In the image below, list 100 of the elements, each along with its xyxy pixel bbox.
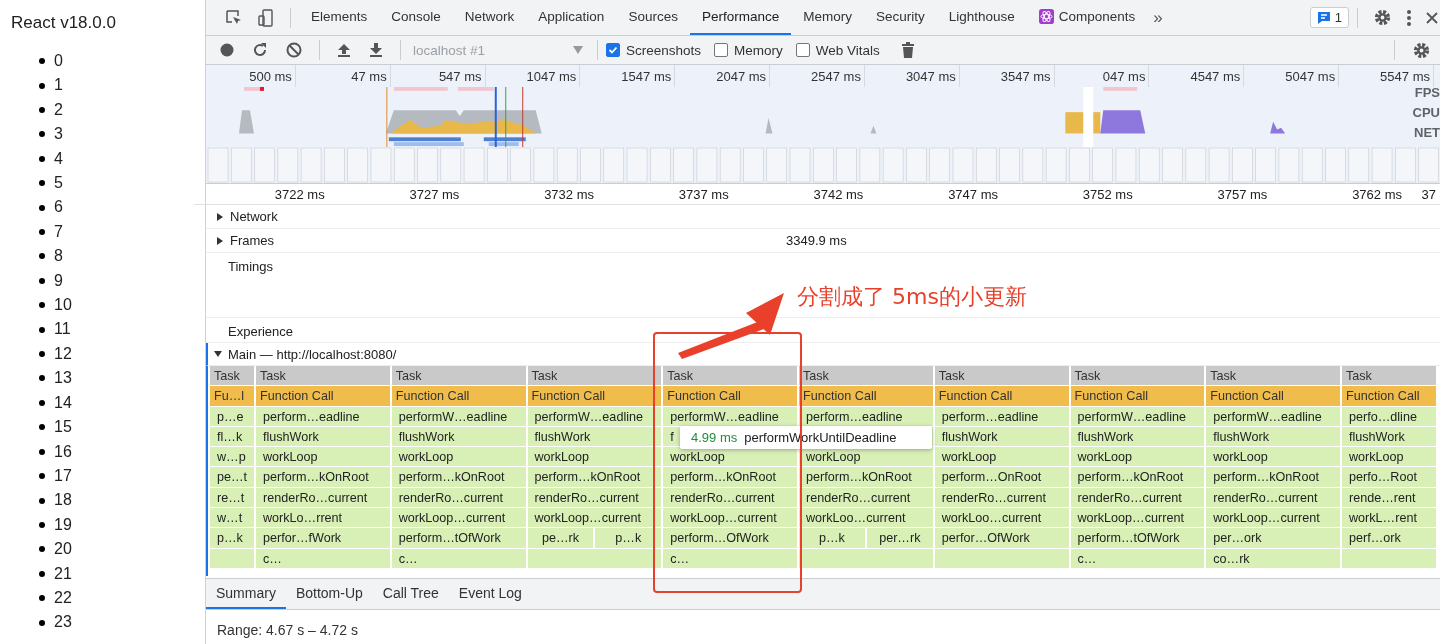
details-tab[interactable]: Summary (206, 579, 286, 609)
flame-bar[interactable]: c… (391, 548, 526, 569)
panel-tab[interactable]: Console (379, 0, 453, 35)
flame-bar[interactable]: performW…eadline (663, 406, 797, 427)
panel-tab[interactable]: Network (452, 0, 527, 35)
flame-bar[interactable]: flushWork (391, 426, 526, 448)
flame-bar[interactable]: w…t (210, 508, 254, 529)
track-label[interactable]: Experience (228, 324, 294, 339)
flame-bar[interactable]: workLoop…current (527, 508, 662, 529)
task-bar[interactable]: Task (256, 366, 390, 387)
function-call-bar[interactable]: Function Call (1206, 386, 1340, 407)
details-tab[interactable]: Event Log (448, 579, 532, 609)
flame-bar[interactable]: workL…rent (1342, 508, 1436, 529)
flame-bar[interactable]: perfor…OfWork (934, 528, 1069, 549)
flame-bar[interactable]: per…ork (1206, 528, 1340, 549)
flame-bar[interactable]: perform…kOnRoot (1206, 467, 1340, 488)
flame-bar[interactable]: workLoop…current (1070, 508, 1205, 529)
flame-bar[interactable]: pe…rk (527, 528, 594, 549)
flame-bar[interactable]: workLoop…current (391, 508, 526, 529)
function-call-bar[interactable]: Function Call (256, 386, 390, 407)
flame-bar[interactable]: workLo…rrent (256, 508, 390, 529)
panel-tab[interactable]: Elements (299, 0, 380, 35)
task-bar[interactable]: Task (1070, 366, 1205, 387)
flame-bar[interactable]: co…rk (1206, 548, 1340, 569)
function-call-bar[interactable]: Function Call (799, 386, 933, 407)
flame-bar[interactable]: perform…kOnRoot (391, 467, 526, 488)
trash-icon[interactable] (901, 42, 914, 58)
flame-bar[interactable]: workLoop (527, 447, 662, 468)
reload-icon[interactable] (252, 42, 268, 58)
flame-bar[interactable]: workLoop (1206, 447, 1340, 468)
track-label[interactable]: Timings (228, 259, 274, 274)
close-icon[interactable] (1426, 11, 1438, 24)
details-tab[interactable]: Call Tree (372, 579, 449, 609)
flame-bar[interactable]: renderRo…current (663, 487, 797, 509)
upload-icon[interactable] (337, 43, 351, 57)
flame-bar[interactable]: workLoop…current (663, 508, 797, 529)
task-bar[interactable]: Task (799, 366, 933, 387)
flame-bar[interactable]: perf…ork (1342, 528, 1436, 549)
flame-bar[interactable]: workLoo…current (934, 508, 1069, 529)
more-options-icon[interactable] (1406, 8, 1412, 27)
panel-tab[interactable]: Security (863, 0, 937, 35)
expand-arrow-icon[interactable] (214, 350, 222, 358)
flame-bar[interactable]: workLoop (391, 447, 526, 468)
flame-bar[interactable]: flushWork (1342, 426, 1436, 448)
checkbox[interactable] (606, 43, 620, 57)
checkbox[interactable] (795, 43, 810, 57)
issues-button[interactable]: 1 (1309, 7, 1349, 28)
flame-bar[interactable]: flushWork (934, 426, 1069, 448)
flame-bar[interactable]: workLoop (1342, 447, 1436, 468)
flame-bar[interactable]: w…p (210, 447, 254, 468)
task-bar[interactable]: Task (391, 366, 526, 387)
task-bar[interactable]: Task (1206, 366, 1340, 387)
flame-bar[interactable]: c… (663, 548, 797, 569)
panel-tab[interactable]: Components (1026, 0, 1148, 35)
flame-bar[interactable]: perfo…Root (1342, 467, 1436, 488)
flame-bar[interactable]: c… (1070, 548, 1205, 569)
flame-bar[interactable]: perform…kOnRoot (1070, 467, 1205, 488)
flame-bar[interactable]: workLoop (663, 447, 797, 468)
flame-bar[interactable]: flushWork (1070, 426, 1205, 448)
settings-icon[interactable] (1373, 8, 1392, 27)
flame-bar[interactable]: perform…kOnRoot (799, 467, 933, 488)
flame-bar[interactable]: c… (256, 548, 390, 569)
settings-icon[interactable] (1412, 40, 1431, 60)
flame-bar[interactable]: flushWork (1206, 426, 1340, 448)
flame-bar[interactable]: perform…eadline (256, 406, 390, 427)
panel-tab[interactable]: Sources (616, 0, 690, 35)
flame-bar[interactable]: workLoop…current (1206, 508, 1340, 529)
panel-tab[interactable]: Application (526, 0, 617, 35)
task-bar[interactable]: Task (527, 366, 662, 387)
flame-bar[interactable]: workLoop (934, 447, 1069, 468)
task-bar[interactable]: Task (1342, 366, 1436, 387)
flame-bar[interactable]: perfor…fWork (256, 528, 390, 549)
flame-bar[interactable]: renderRo…current (256, 487, 390, 509)
track-label[interactable]: Main — http://localhost:8080/ (228, 346, 397, 362)
flame-bar[interactable]: renderRo…current (934, 487, 1069, 509)
function-call-bar[interactable]: Function Call (1070, 386, 1205, 407)
details-tab[interactable]: Bottom-Up (285, 579, 373, 609)
device-icon[interactable] (257, 8, 275, 27)
flame-bar[interactable]: performW…eadline (1070, 406, 1205, 427)
task-bar[interactable]: Task (210, 366, 254, 387)
flame-bar[interactable]: workLoo…current (799, 508, 933, 529)
function-call-bar[interactable]: Fu…l (210, 386, 254, 407)
download-icon[interactable] (369, 43, 383, 57)
flame-bar[interactable]: perform…tOfWork (391, 528, 526, 549)
flame-bar[interactable]: pe…t (210, 467, 254, 488)
flame-bar[interactable]: perform…eadline (934, 406, 1069, 427)
flame-bar[interactable]: perform…OnRoot (934, 467, 1069, 488)
more-tabs-button[interactable]: » (1147, 7, 1169, 28)
function-call-bar[interactable]: Function Call (934, 386, 1069, 407)
flame-bar[interactable]: rende…rent (1342, 487, 1436, 509)
flame-bar[interactable]: perform…kOnRoot (256, 467, 390, 488)
function-call-bar[interactable]: Function Call (391, 386, 526, 407)
flame-bar[interactable]: perform…kOnRoot (663, 467, 797, 488)
flame-bar[interactable]: perform…kOnRoot (527, 467, 662, 488)
checkbox[interactable] (714, 43, 729, 57)
track-label[interactable]: Network (230, 209, 278, 224)
function-call-bar[interactable]: Function Call (663, 386, 797, 407)
flame-bar[interactable]: performW…eadline (391, 406, 526, 427)
clear-icon[interactable] (286, 42, 302, 58)
flame-bar[interactable]: per…rk (866, 528, 933, 549)
